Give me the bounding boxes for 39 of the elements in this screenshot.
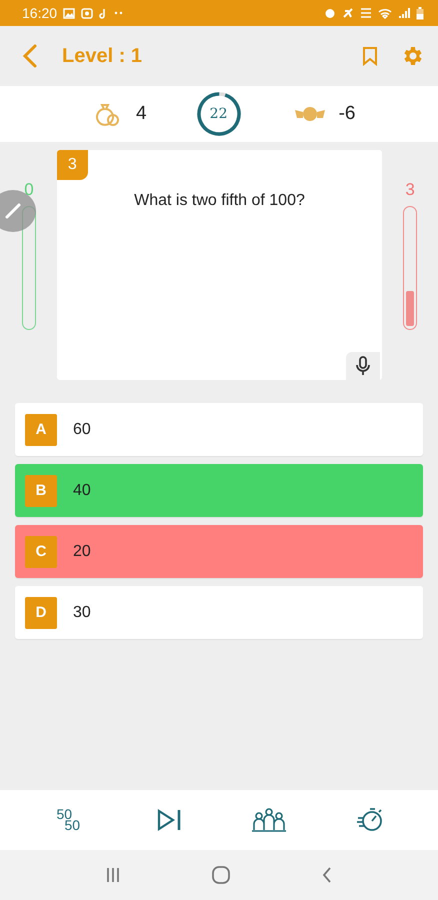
home-icon xyxy=(211,865,231,885)
recent-apps-icon xyxy=(105,867,121,883)
answer-option[interactable]: B 40 xyxy=(15,464,423,517)
option-letter: D xyxy=(25,596,57,628)
question-number: 3 xyxy=(56,150,88,180)
recent-apps-button[interactable] xyxy=(105,867,121,883)
wrong-count: 3 xyxy=(405,180,415,200)
timer-ring xyxy=(194,90,243,138)
answer-option[interactable]: C 20 xyxy=(15,525,423,578)
option-letter: C xyxy=(25,536,57,568)
level-title: Level : 1 xyxy=(62,44,144,68)
image-icon xyxy=(63,8,76,18)
clock-time: 16:20 xyxy=(22,5,58,21)
people-icon xyxy=(251,807,288,833)
home-button[interactable] xyxy=(211,865,231,885)
back-button[interactable] xyxy=(321,866,333,884)
microphone-icon xyxy=(356,356,370,376)
battery-icon xyxy=(416,6,424,20)
fifty-fifty-button[interactable]: 50 50 xyxy=(46,800,90,840)
timer-value: 22 xyxy=(210,106,228,122)
back-icon xyxy=(321,866,333,884)
signal-icon xyxy=(398,7,410,19)
microphone-button[interactable] xyxy=(346,352,380,380)
camera-icon xyxy=(81,8,94,18)
more-icon xyxy=(114,11,124,15)
skip-icon xyxy=(156,808,182,832)
bookmark-button[interactable] xyxy=(362,46,378,66)
pencil-icon xyxy=(4,202,22,220)
answer-option[interactable]: D 30 xyxy=(15,586,423,639)
bookmark-icon xyxy=(362,46,378,66)
answer-option[interactable]: A 60 xyxy=(15,403,423,456)
option-letter: A xyxy=(25,414,57,446)
wifi-icon xyxy=(378,7,392,19)
score-value: -6 xyxy=(338,103,356,125)
question-text: What is two fifth of 100? xyxy=(133,192,306,210)
option-letter: B xyxy=(25,474,57,506)
correct-count: 0 xyxy=(24,180,34,200)
coins-count: 4 xyxy=(136,103,147,125)
stopwatch-icon xyxy=(356,806,384,834)
